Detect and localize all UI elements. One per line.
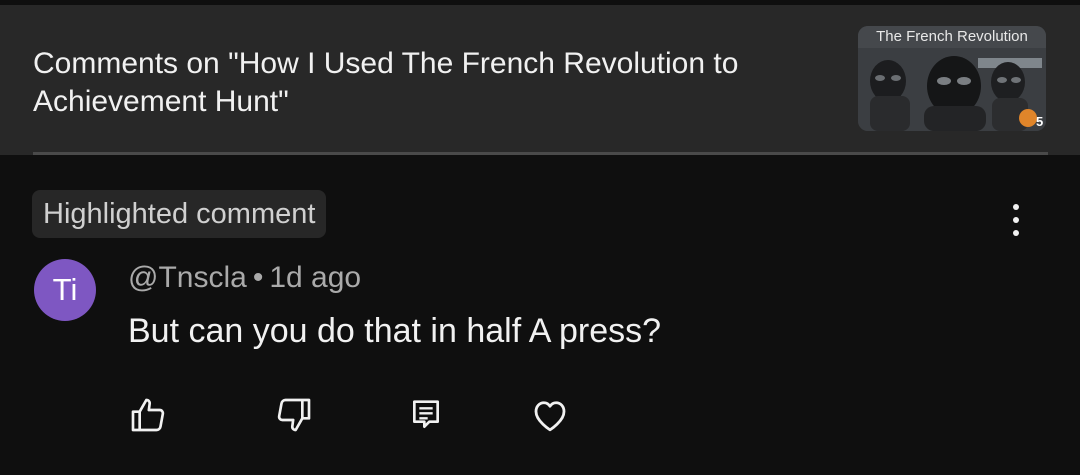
- thumbs-up-icon: [131, 398, 165, 432]
- thumbnail-caption: The French Revolution: [876, 28, 1028, 45]
- highlighted-comment-badge: Highlighted comment: [32, 190, 327, 238]
- header-title: Comments on "How I Used The French Revol…: [33, 47, 739, 118]
- reply-icon: [413, 400, 439, 428]
- comment-author[interactable]: @Tnscla: [128, 261, 247, 294]
- reply-button[interactable]: [404, 393, 448, 437]
- comments-header: Comments on "How I Used The French Revol…: [0, 5, 1080, 155]
- avatar[interactable]: Ti: [34, 259, 96, 321]
- more-vertical-icon[interactable]: [1000, 200, 1032, 240]
- dislike-button[interactable]: [272, 393, 316, 437]
- heart-icon: [534, 401, 566, 432]
- thumbs-down-icon: [277, 398, 311, 432]
- header-divider: [33, 152, 1048, 155]
- meta-separator: •: [252, 261, 264, 294]
- svg-text:5: 5: [1036, 114, 1043, 129]
- thumbnail-image: The French Revolution 5: [858, 26, 1046, 131]
- comment-text: But can you do that in half A press?: [128, 312, 662, 350]
- video-thumbnail[interactable]: The French Revolution 5: [858, 26, 1046, 131]
- heart-button[interactable]: [528, 393, 572, 437]
- like-button[interactable]: [126, 393, 170, 437]
- comment-time: 1d ago: [269, 261, 362, 294]
- comment-meta: @Tnscla • 1d ago: [128, 259, 361, 297]
